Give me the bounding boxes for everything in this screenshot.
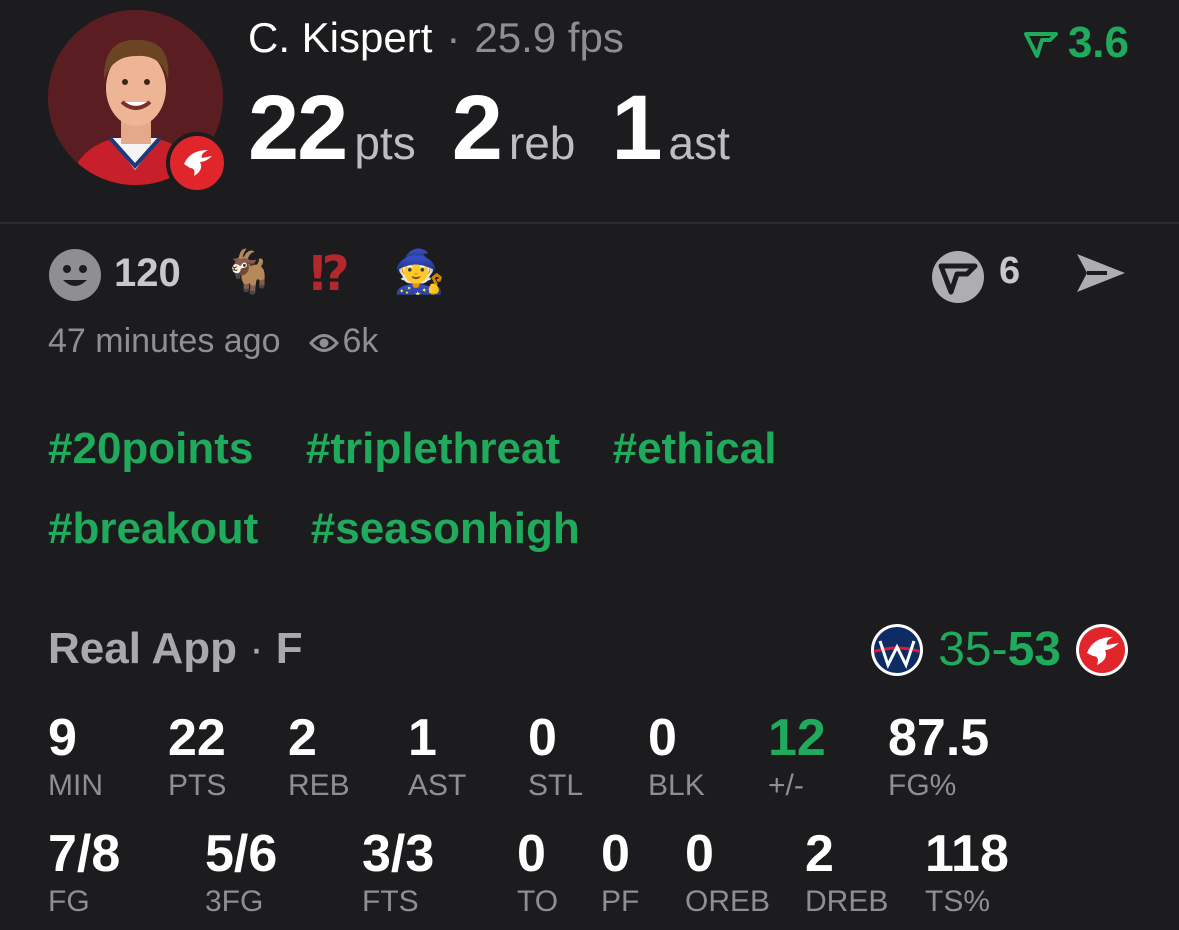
- stat-value: 3/3: [362, 825, 435, 883]
- stat-dreb: 2 DREB: [805, 826, 888, 922]
- stat-label: FTS: [362, 885, 419, 918]
- comment-count: 6: [999, 250, 1021, 292]
- assists-label: ast: [668, 117, 730, 169]
- post-time: 47 minutes ago: [48, 322, 281, 360]
- hashtag[interactable]: #triplethreat: [306, 424, 560, 474]
- stat-label: MIN: [48, 769, 103, 802]
- stat-value: 22: [168, 709, 226, 767]
- separator-dot: ·: [249, 624, 264, 673]
- stat-label: FG: [48, 885, 90, 918]
- stat-value: 5/6: [205, 825, 278, 883]
- stat-value: 0: [648, 709, 677, 767]
- goat-emoji-icon[interactable]: 🐐: [223, 248, 275, 297]
- player-name[interactable]: C. Kispert: [248, 14, 432, 61]
- stat-fg-pct: 87.5 FG%: [888, 710, 989, 806]
- points-label: pts: [354, 117, 416, 169]
- fantasy-points: 25.9 fps: [474, 14, 624, 61]
- stat-oreb: 0 OREB: [685, 826, 770, 922]
- stat-label: OREB: [685, 885, 771, 918]
- stat-value: 87.5: [888, 709, 990, 767]
- stat-reb: 2 REB: [288, 710, 350, 806]
- smiley-reaction-icon[interactable]: [48, 248, 102, 302]
- stat-plus-minus: 12 +/-: [768, 710, 826, 806]
- interrobang-emoji-icon[interactable]: ⁉: [310, 246, 350, 302]
- stat-value: 1: [408, 709, 437, 767]
- hawks-logo-icon: [1076, 623, 1128, 676]
- game-score[interactable]: 35-53: [870, 622, 1129, 677]
- stat-pf: 0 PF: [601, 826, 639, 922]
- score-badge[interactable]: 3.6: [1023, 18, 1129, 68]
- wizards-logo-icon: [871, 623, 924, 676]
- stat-label: 3FG: [205, 885, 264, 918]
- stat-label: BLK: [648, 769, 705, 802]
- stat-ast: 1 AST: [408, 710, 466, 806]
- hashtag-list: #20points #triplethreat #ethical #breako…: [48, 424, 1148, 584]
- assists-value: 1: [611, 77, 662, 179]
- stat-label: TS%: [925, 885, 991, 918]
- stat-value: 0: [517, 825, 546, 883]
- stat-value: 2: [288, 709, 317, 767]
- stat-3fg: 5/6 3FG: [205, 826, 277, 922]
- stat-ts-pct: 118 TS%: [925, 826, 1009, 922]
- stat-label: AST: [408, 769, 467, 802]
- stat-value: 2: [805, 825, 834, 883]
- stat-value: 12: [768, 709, 826, 767]
- score-left: 35: [938, 623, 992, 676]
- comment-logo-icon[interactable]: [931, 250, 985, 304]
- rebounds-label: reb: [508, 117, 576, 169]
- separator-dot: ·: [446, 14, 461, 61]
- post-meta: 47 minutes ago 6k: [48, 322, 378, 361]
- reaction-count: 120: [114, 251, 181, 295]
- stat-blk: 0 BLK: [648, 710, 705, 806]
- stat-value: 7/8: [48, 825, 121, 883]
- view-count: 6k: [342, 322, 379, 360]
- stat-label: STL: [528, 769, 584, 802]
- stat-value: 0: [528, 709, 557, 767]
- game-status: F: [275, 624, 303, 673]
- stat-stl: 0 STL: [528, 710, 583, 806]
- stat-label: PF: [601, 885, 640, 918]
- score-separator: -: [991, 623, 1008, 676]
- stat-label: REB: [288, 769, 350, 802]
- stat-fts: 3/3 FTS: [362, 826, 434, 922]
- stat-value: 0: [601, 825, 630, 883]
- send-icon[interactable]: [1073, 248, 1129, 298]
- rebounds-value: 2: [451, 77, 503, 179]
- points-value: 22: [248, 77, 348, 179]
- score-value: 3.6: [1067, 18, 1129, 67]
- stat-value: 9: [48, 709, 77, 767]
- real-logo-icon: [1023, 32, 1058, 59]
- stat-min: 9 MIN: [48, 710, 103, 806]
- score-right: 53: [1007, 623, 1061, 676]
- hashtag[interactable]: #breakout: [48, 504, 258, 554]
- hashtag[interactable]: #ethical: [613, 424, 777, 474]
- hashtag[interactable]: #20points: [48, 424, 253, 474]
- divider: [0, 222, 1179, 224]
- stat-label: DREB: [805, 885, 889, 918]
- stat-label: PTS: [168, 769, 227, 802]
- post-actions: 6: [931, 248, 1131, 303]
- hashtag[interactable]: #seasonhigh: [311, 504, 580, 554]
- stat-value: 0: [685, 825, 714, 883]
- eye-icon: [308, 334, 339, 353]
- stat-label: TO: [517, 885, 559, 918]
- hawks-logo-icon: [166, 132, 228, 194]
- wizard-emoji-icon[interactable]: 🧙: [393, 248, 445, 297]
- stat-fg: 7/8 FG: [48, 826, 120, 922]
- app-name: Real App: [48, 624, 238, 673]
- stat-to: 0 TO: [517, 826, 558, 922]
- stat-label: +/-: [768, 769, 804, 802]
- player-name-line: C. Kispert · 25.9 fps: [248, 14, 624, 62]
- stat-label: FG%: [888, 769, 957, 802]
- stat-pts: 22 PTS: [168, 710, 226, 806]
- game-title[interactable]: Real App · F: [48, 624, 303, 674]
- stat-value: 118: [925, 825, 1009, 883]
- headline-stats: 22 pts 2 reb 1 ast: [248, 76, 766, 181]
